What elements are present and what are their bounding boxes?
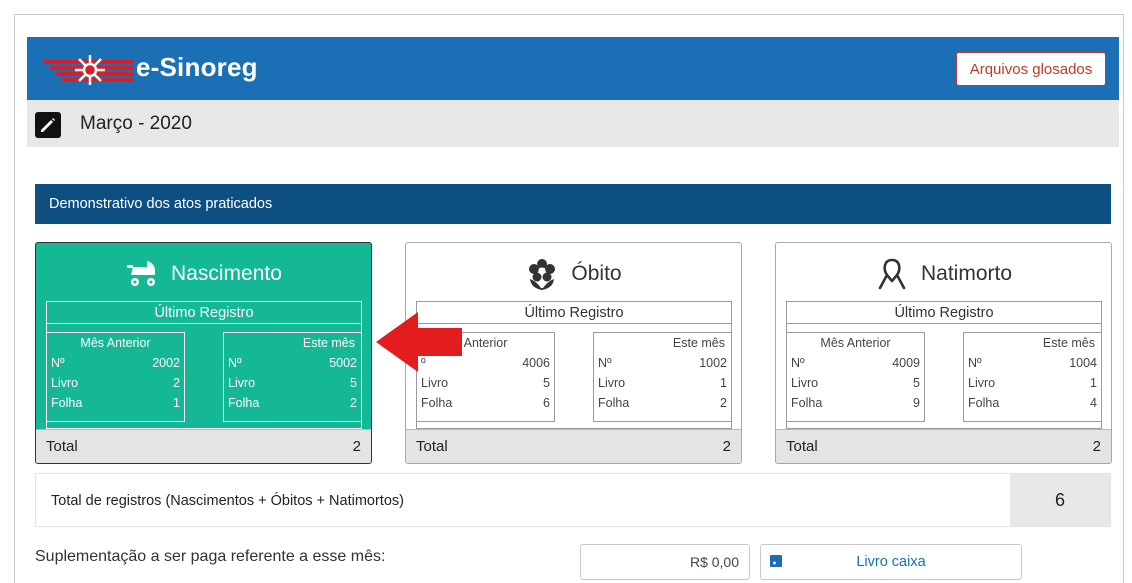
list-item: Folha 1	[51, 396, 180, 410]
total-value: 2	[1092, 438, 1101, 455]
totals-label: Total de registros (Nascimentos + Óbitos…	[51, 493, 404, 509]
card-nascimento[interactable]: Nascimento Último Registro Mês Anterior …	[35, 242, 372, 464]
mes-anterior-panel: Mês Anterior Nº 2002 Livro 2 Folha 1	[47, 332, 185, 422]
list-item: Livro 1	[968, 376, 1097, 390]
list-item: Livro 5	[228, 376, 357, 390]
supplement-label: Suplementação a ser paga referente a ess…	[35, 548, 386, 565]
totals-row: Total de registros (Nascimentos + Óbitos…	[35, 473, 1111, 527]
ultimo-registro-box: Último Registro Mês Anterior Nº 2002 Livr…	[46, 301, 362, 429]
este-mes-panel: Este mês Nº 1002 Livro 1 Folha 2	[593, 332, 731, 422]
list-item: Nº 5002	[228, 356, 357, 370]
supplement-amount-field[interactable]: R$ 0,00	[580, 544, 750, 580]
list-item: Nº 1002	[598, 356, 727, 370]
app-title: e-Sinoreg	[136, 52, 258, 82]
card-title: Natimorto	[920, 262, 1013, 285]
este-mes-panel: Este mês Nº 1004 Livro 1 Folha 4	[963, 332, 1101, 422]
list-item: Folha 2	[598, 396, 727, 410]
ultimo-registro-title: Último Registro	[787, 302, 1101, 324]
card-title: Nascimento	[171, 262, 282, 285]
list-item: Nº 2002	[51, 356, 180, 370]
ultimo-registro-box: Último Registro Mês Anterior Nº 4009 Livr…	[786, 301, 1102, 429]
list-item: Folha 9	[791, 396, 920, 410]
ribbon-icon	[878, 258, 906, 290]
edit-icon[interactable]	[35, 112, 61, 138]
ultimo-registro-title: Último Registro	[417, 302, 731, 324]
card-title: Óbito	[571, 262, 622, 285]
total-label: Total	[46, 438, 78, 455]
este-mes-panel: Este mês Nº 5002 Livro 5 Folha 2	[223, 332, 361, 422]
total-value: 2	[722, 438, 731, 455]
stroller-icon	[127, 261, 156, 286]
livro-caixa-button[interactable]: Livro caixa	[760, 544, 1022, 580]
card-header: Natimorto	[776, 255, 1111, 293]
ultimo-registro-title: Último Registro	[47, 302, 361, 324]
list-item: Folha 2	[228, 396, 357, 410]
card-total: Total 2	[406, 429, 741, 463]
livro-caixa-label: Livro caixa	[856, 554, 926, 570]
card-natimorto[interactable]: Natimorto Último Registro Mês Anterior N…	[775, 242, 1112, 464]
list-item: Folha 4	[968, 396, 1097, 410]
total-label: Total	[786, 438, 818, 455]
e-sinoreg-logo-icon	[44, 55, 134, 85]
book-add-icon	[770, 555, 782, 567]
card-header: Nascimento	[36, 255, 371, 293]
card-header: Óbito	[406, 255, 741, 293]
period-title: Março - 2020	[80, 113, 192, 134]
red-arrow-icon	[376, 312, 462, 372]
este-mes-title: Este mês	[672, 336, 725, 350]
list-item: Folha 6	[421, 396, 550, 410]
arquivos-glosados-button[interactable]: Arquivos glosados	[956, 52, 1106, 86]
list-item: Livro 1	[598, 376, 727, 390]
este-mes-title: Este mês	[1042, 336, 1095, 350]
list-item: Livro 2	[51, 376, 180, 390]
card-total: Total 2	[36, 429, 371, 463]
mes-anterior-title: Mês Anterior	[820, 336, 891, 350]
list-item: Livro 5	[421, 376, 550, 390]
total-label: Total	[416, 438, 448, 455]
mes-anterior-title: Mês Anterior	[80, 336, 151, 350]
totals-value: 6	[1010, 474, 1110, 526]
flower-icon	[529, 259, 556, 290]
total-value: 2	[352, 438, 361, 455]
list-item: Nº 4009	[791, 356, 920, 370]
list-item: Nº 1004	[968, 356, 1097, 370]
list-item: Livro 5	[791, 376, 920, 390]
mes-anterior-panel: Mês Anterior Nº 4009 Livro 5 Folha 9	[787, 332, 925, 422]
section-title: Demonstrativo dos atos praticados	[35, 184, 1111, 224]
este-mes-title: Este mês	[302, 336, 355, 350]
card-total: Total 2	[776, 429, 1111, 463]
